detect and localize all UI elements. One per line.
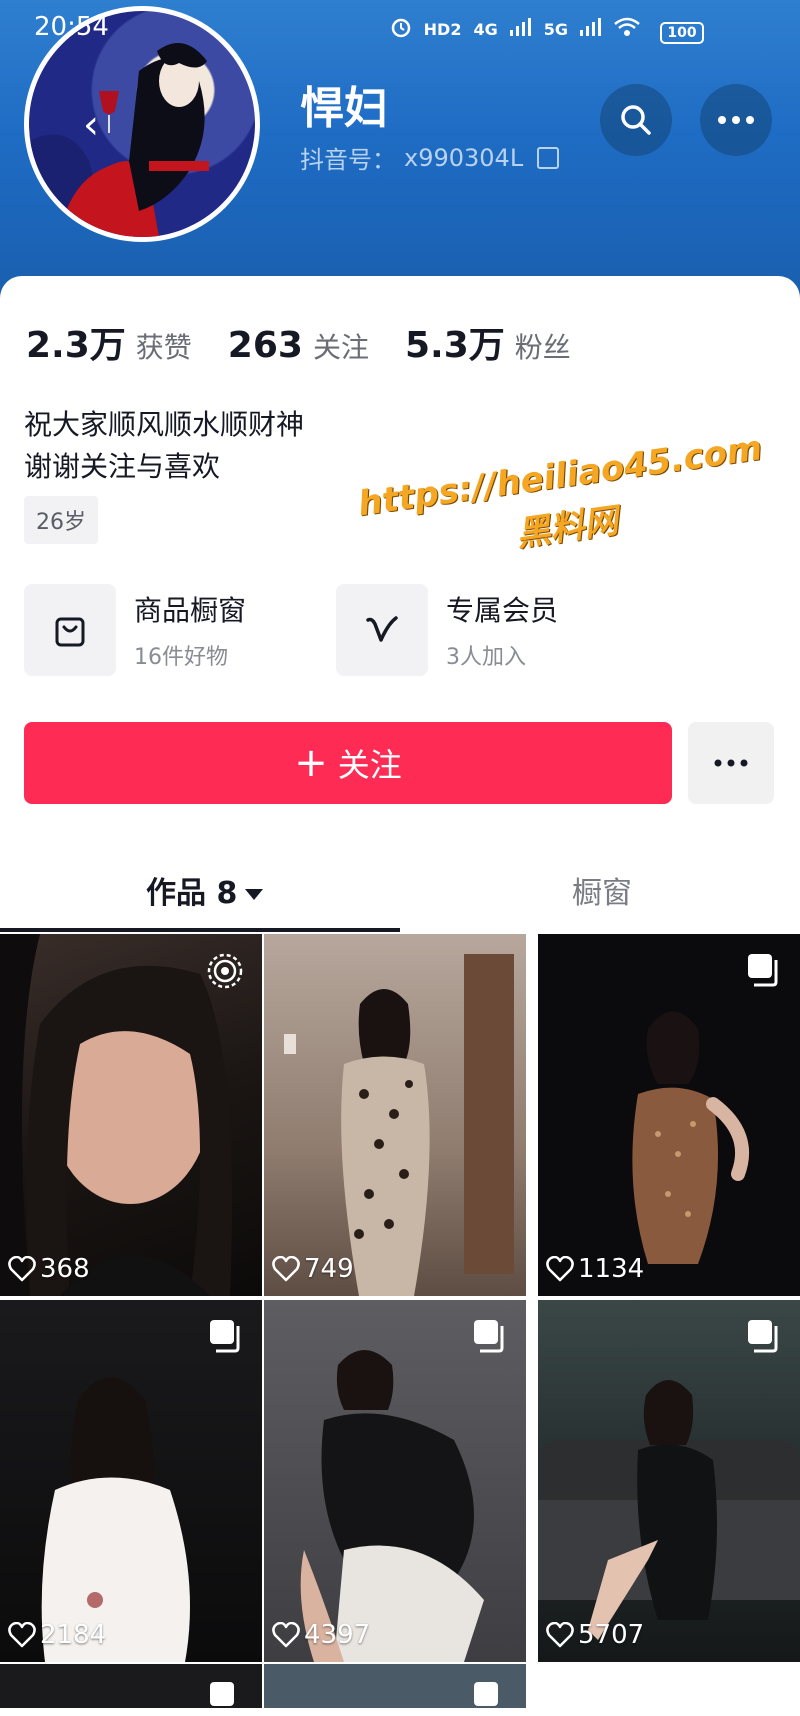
tab-showcase[interactable]: 橱窗 xyxy=(572,868,632,912)
feature-title: 商品橱窗 xyxy=(134,594,247,627)
like-count-value: 2184 xyxy=(40,1620,107,1650)
signal-icon xyxy=(580,18,602,41)
shopping-bag-icon xyxy=(55,617,85,647)
live-icon xyxy=(206,952,244,994)
plus-icon: + xyxy=(294,740,328,786)
follow-button[interactable]: + 关注 xyxy=(24,722,672,804)
video-tile[interactable]: 2184 xyxy=(0,1300,262,1662)
more-icon xyxy=(718,116,754,124)
alarm-icon xyxy=(390,16,412,43)
tab-works-label: 作品 8 xyxy=(146,876,238,911)
more-actions-button[interactable] xyxy=(688,722,774,804)
vip-icon-box xyxy=(336,584,428,676)
bio: 祝大家顺风顺水顺财神 谢谢关注与喜欢 xyxy=(24,404,304,488)
like-count-value: 749 xyxy=(304,1254,354,1284)
video-tile[interactable]: 1134 xyxy=(538,934,800,1296)
watermark: https://heiliao45.com 黑料网 xyxy=(356,428,772,577)
stat-label: 粉丝 xyxy=(514,331,571,364)
like-count: 1134 xyxy=(546,1254,644,1284)
stat-likes[interactable]: 2.3万 获赞 xyxy=(26,316,192,368)
shop-icon-box xyxy=(24,584,116,676)
feature-title: 专属会员 xyxy=(446,594,559,627)
back-button[interactable]: ‹ xyxy=(69,103,113,147)
status-icons: HD2 4G 5G xyxy=(390,16,640,43)
stat-value: 2.3万 xyxy=(26,325,126,366)
5g-indicator: 5G xyxy=(543,20,568,39)
stat-value: 263 xyxy=(227,325,303,366)
content-tabs: 作品 8 橱窗 xyxy=(0,848,800,932)
heart-icon xyxy=(272,1256,300,1282)
video-tile[interactable]: 5707 xyxy=(538,1300,800,1662)
follow-label: 关注 xyxy=(337,746,402,784)
gallery-icon xyxy=(472,1318,508,1358)
like-count: 368 xyxy=(8,1254,90,1284)
video-tile[interactable] xyxy=(538,1664,800,1708)
video-grid-partial-row xyxy=(0,1664,800,1708)
heart-icon xyxy=(546,1622,574,1648)
video-tile[interactable] xyxy=(264,1664,526,1708)
bio-line: 祝大家顺风顺水顺财神 xyxy=(24,408,305,441)
stat-followers[interactable]: 5.3万 粉丝 xyxy=(405,316,571,368)
gallery-icon xyxy=(746,1318,782,1358)
search-button[interactable] xyxy=(600,84,672,156)
like-count-value: 1134 xyxy=(578,1254,645,1284)
caret-down-icon xyxy=(245,889,264,900)
active-tab-indicator xyxy=(0,928,400,932)
like-count-value: 368 xyxy=(40,1254,90,1284)
bio-line: 谢谢关注与喜欢 xyxy=(24,450,221,483)
wifi-icon xyxy=(614,17,640,42)
profile-name: 悍妇 xyxy=(300,83,388,134)
like-count: 749 xyxy=(272,1254,354,1284)
search-icon xyxy=(621,105,651,135)
video-tile[interactable]: 368 xyxy=(0,934,262,1296)
profile-card: 2.3万 获赞 263 关注 5.3万 粉丝 祝大家顺风顺水顺财神 谢谢关注与喜… xyxy=(0,276,800,936)
battery-icon: 100 xyxy=(660,22,704,44)
feature-subtitle: 16件好物 xyxy=(134,645,228,670)
feature-subtitle: 3人加入 xyxy=(446,645,526,670)
heart-icon xyxy=(546,1256,574,1282)
like-count: 5707 xyxy=(546,1620,644,1650)
signal-icon xyxy=(509,18,532,41)
tab-works[interactable]: 作品 8 xyxy=(146,868,264,912)
status-bar: 20:54 HD2 4G 5G 100 xyxy=(0,8,800,48)
gallery-icon xyxy=(746,952,782,992)
douyin-id[interactable]: 抖音号： x990304L xyxy=(300,140,560,175)
gallery-icon xyxy=(210,1682,234,1706)
more-options-button[interactable] xyxy=(700,84,772,156)
douyin-id-label: 抖音号： xyxy=(300,146,396,174)
like-count: 4397 xyxy=(272,1620,370,1650)
heart-icon xyxy=(8,1622,36,1648)
gallery-icon xyxy=(474,1682,498,1706)
stat-label: 关注 xyxy=(312,331,369,364)
exclusive-member-entry[interactable]: 专属会员 3人加入 xyxy=(336,584,558,676)
heart-icon xyxy=(272,1622,300,1648)
stats-row: 2.3万 获赞 263 关注 5.3万 粉丝 xyxy=(26,316,607,368)
age-tag: 26岁 xyxy=(24,496,98,544)
stat-label: 获赞 xyxy=(135,331,192,364)
hd-indicator: HD2 xyxy=(423,20,462,39)
video-tile[interactable]: 4397 xyxy=(264,1300,526,1662)
status-time: 20:54 xyxy=(34,12,109,42)
copy-icon[interactable] xyxy=(537,146,560,169)
v-member-icon xyxy=(366,616,398,642)
profile-header: ‹ 20:54 HD2 4G 5G 100 悍妇 抖音号： x990304L xyxy=(0,0,800,300)
like-count-value: 4397 xyxy=(304,1620,371,1650)
like-count: 2184 xyxy=(8,1620,106,1650)
heart-icon xyxy=(8,1256,36,1282)
stat-value: 5.3万 xyxy=(404,325,505,366)
4g-indicator: 4G xyxy=(473,20,498,39)
video-thumbnail xyxy=(264,934,526,1296)
gallery-icon xyxy=(208,1318,244,1358)
more-icon xyxy=(714,759,748,767)
douyin-id-value: x990304L xyxy=(404,143,524,172)
product-showcase-entry[interactable]: 商品橱窗 16件好物 xyxy=(24,584,246,676)
video-tile[interactable]: 749 xyxy=(264,934,526,1296)
stat-following[interactable]: 263 关注 xyxy=(228,325,369,366)
video-tile[interactable] xyxy=(0,1664,262,1708)
like-count-value: 5707 xyxy=(578,1620,645,1650)
